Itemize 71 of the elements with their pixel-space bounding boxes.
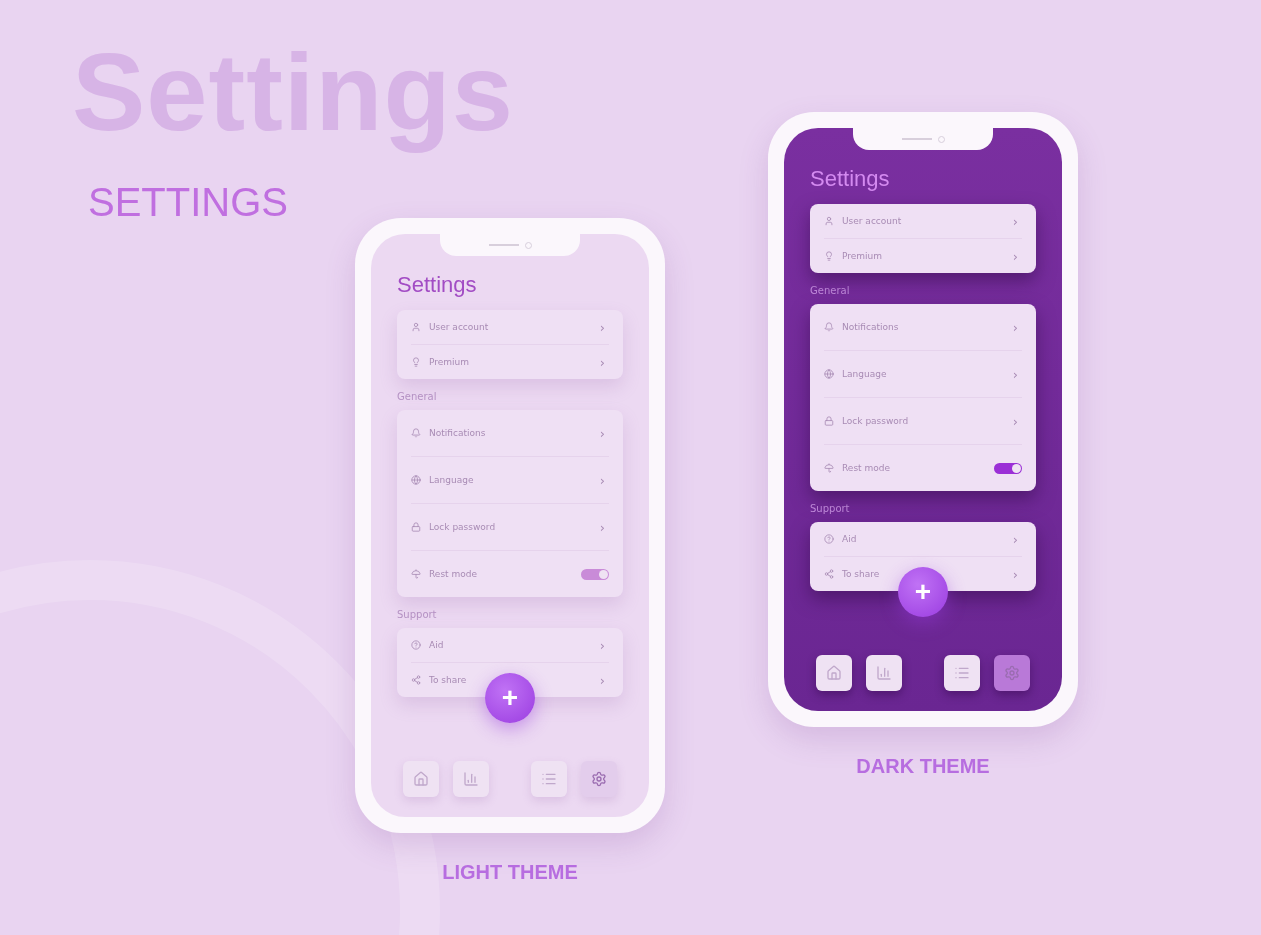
screen-title: Settings bbox=[397, 272, 478, 298]
chevron-icon[interactable]: › bbox=[1012, 319, 1022, 335]
chevron-icon[interactable]: › bbox=[599, 472, 609, 488]
home-button[interactable] bbox=[816, 655, 852, 691]
chevron-icon[interactable]: › bbox=[599, 354, 609, 370]
home-icon bbox=[413, 771, 429, 787]
chevron-icon[interactable]: › bbox=[599, 425, 609, 441]
page-heading: SETTINGS bbox=[88, 180, 289, 225]
settings-button[interactable] bbox=[994, 655, 1030, 691]
user-icon bbox=[411, 322, 421, 332]
lock-icon bbox=[824, 416, 834, 426]
home-icon bbox=[826, 665, 842, 681]
chevron-icon[interactable]: › bbox=[599, 672, 609, 688]
chevron-icon[interactable]: › bbox=[1012, 566, 1022, 582]
list-icon bbox=[541, 771, 557, 787]
setting-label[interactable]: Aid bbox=[429, 640, 592, 650]
section-label: Support bbox=[810, 503, 850, 514]
section-label: General bbox=[397, 391, 437, 402]
lock-icon bbox=[411, 522, 421, 532]
lightbulb-icon bbox=[411, 357, 421, 367]
setting-label[interactable]: Aid bbox=[842, 534, 1005, 544]
section-label: Support bbox=[397, 609, 437, 620]
bell-icon bbox=[411, 428, 421, 438]
setting-label[interactable]: Notifications bbox=[842, 322, 1005, 332]
chevron-icon[interactable]: › bbox=[1012, 213, 1022, 229]
setting-label[interactable]: Language bbox=[429, 475, 592, 485]
setting-label[interactable]: Premium bbox=[842, 251, 1005, 261]
settings-icon bbox=[591, 771, 607, 787]
list-icon bbox=[954, 665, 970, 681]
toggle-switch[interactable] bbox=[581, 568, 609, 580]
bar-chart-icon bbox=[463, 771, 479, 787]
setting-label[interactable]: Language bbox=[842, 369, 1005, 379]
setting-label[interactable]: Lock password bbox=[842, 416, 1005, 426]
add-button[interactable]: + bbox=[898, 567, 948, 617]
settings-button[interactable] bbox=[581, 761, 617, 797]
section-label: General bbox=[810, 285, 850, 296]
chevron-icon[interactable]: › bbox=[1012, 248, 1022, 264]
setting-label[interactable]: Rest mode bbox=[429, 569, 573, 579]
setting-label[interactable]: Lock password bbox=[429, 522, 592, 532]
user-icon bbox=[824, 216, 834, 226]
setting-label[interactable]: User account bbox=[842, 216, 1005, 226]
lightbulb-icon bbox=[824, 251, 834, 261]
chevron-icon[interactable]: › bbox=[1012, 531, 1022, 547]
setting-label[interactable]: Premium bbox=[429, 357, 592, 367]
bell-icon bbox=[824, 322, 834, 332]
screen-title: Settings bbox=[810, 166, 891, 192]
umbrella-icon bbox=[824, 463, 834, 473]
share-icon bbox=[824, 569, 834, 579]
bar-chart-icon bbox=[876, 665, 892, 681]
theme-caption: LIGHT THEME bbox=[442, 861, 578, 884]
chevron-icon[interactable]: › bbox=[599, 519, 609, 535]
settings-icon bbox=[1004, 665, 1020, 681]
help-icon bbox=[824, 534, 834, 544]
stats-button[interactable] bbox=[866, 655, 902, 691]
list-button[interactable] bbox=[944, 655, 980, 691]
share-icon bbox=[411, 675, 421, 685]
setting-label[interactable]: Notifications bbox=[429, 428, 592, 438]
umbrella-icon bbox=[411, 569, 421, 579]
help-icon bbox=[411, 640, 421, 650]
setting-label[interactable]: User account bbox=[429, 322, 592, 332]
setting-label[interactable]: Rest mode bbox=[842, 463, 986, 473]
chevron-icon[interactable]: › bbox=[599, 637, 609, 653]
add-button[interactable]: + bbox=[485, 673, 535, 723]
chevron-icon[interactable]: › bbox=[1012, 413, 1022, 429]
chevron-icon[interactable]: › bbox=[1012, 366, 1022, 382]
globe-icon bbox=[824, 369, 834, 379]
home-button[interactable] bbox=[403, 761, 439, 797]
theme-caption: DARK THEME bbox=[856, 755, 990, 778]
toggle-switch[interactable] bbox=[994, 462, 1022, 474]
globe-icon bbox=[411, 475, 421, 485]
chevron-icon[interactable]: › bbox=[599, 319, 609, 335]
